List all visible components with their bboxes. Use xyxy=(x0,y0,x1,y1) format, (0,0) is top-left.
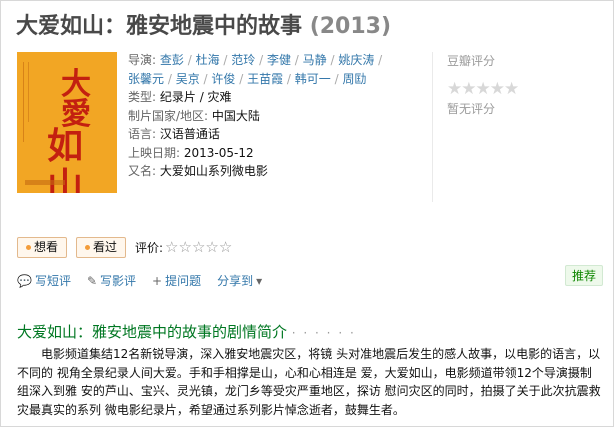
director-link[interactable]: 吴京 xyxy=(176,72,200,86)
movie-info: 导演: 查彭 / 杜海 / 范玲 / 李健 / 马静 / 姚庆涛 / 张馨元 /… xyxy=(128,51,428,181)
release-label: 上映日期: xyxy=(128,145,181,160)
seen-label: 看过 xyxy=(93,240,118,254)
director-link[interactable]: 姚庆涛 xyxy=(338,53,374,67)
country-row: 制片国家/地区: 中国大陆 xyxy=(128,107,428,126)
rating-title: 豆瓣评分 xyxy=(447,54,496,68)
director-link[interactable]: 范玲 xyxy=(231,53,255,67)
recommend-label: 推荐 xyxy=(571,269,596,283)
genre-value: 纪录片 / 灾难 xyxy=(159,90,232,104)
aka-label: 又名: xyxy=(128,164,157,178)
poster-line xyxy=(28,62,31,122)
write-review-link[interactable]: ✎ 写影评 xyxy=(87,272,136,289)
ask-label: 提问题 xyxy=(165,274,202,288)
language-value: 汉语普通话 xyxy=(159,127,220,141)
synopsis-title-text: 大爱如山：雅安地震中的故事的剧情简介 xyxy=(17,323,288,341)
page-title: 大爱如山：雅安地震中的故事 (2013) xyxy=(16,8,391,40)
share-link[interactable]: 分享到 ▾ xyxy=(217,272,262,289)
action-bar: 💬 写短评 ✎ 写影评 + 提问题 分享到 ▾ xyxy=(17,272,262,289)
pencil-icon: ✎ xyxy=(86,273,98,288)
ask-question-link[interactable]: + 提问题 xyxy=(152,272,201,289)
rating-none-text: 暂无评分 xyxy=(447,102,496,116)
button-dot-icon xyxy=(26,245,31,250)
poster-footer-mark xyxy=(25,180,65,185)
country-label: 制片国家/地区: xyxy=(128,108,209,123)
director-link[interactable]: 杜海 xyxy=(196,53,220,67)
director-link[interactable]: 许俊 xyxy=(211,72,235,86)
divider xyxy=(432,52,433,202)
director-link[interactable]: 王苗霞 xyxy=(247,72,283,86)
language-label: 语言: xyxy=(128,127,157,141)
movie-name: 大爱如山：雅安地震中的故事 xyxy=(16,14,303,39)
watched-button[interactable]: 看过 xyxy=(76,237,127,258)
want-to-watch-button[interactable]: 想看 xyxy=(17,237,68,258)
synopsis-title-dots: · · · · · · xyxy=(291,326,356,340)
genre-label: 类型: xyxy=(128,90,157,104)
release-row: 上映日期: 2013-05-12 xyxy=(128,144,428,163)
write-short-review-link[interactable]: 💬 写短评 xyxy=(17,272,71,289)
country-value: 中国大陆 xyxy=(211,108,260,123)
synopsis-title: 大爱如山：雅安地震中的故事的剧情简介 · · · · · · xyxy=(17,321,356,342)
aka-value: 大爱如山系列微电影 xyxy=(159,164,268,178)
rating-panel: 豆瓣评分 ★★★★★ 暂无评分 xyxy=(447,52,519,117)
language-row: 语言: 汉语普通话 xyxy=(128,125,428,144)
chevron-down-icon: ▾ xyxy=(256,273,263,288)
movie-poster[interactable]: 大愛 如山 xyxy=(17,52,117,193)
genre-row: 类型: 纪录片 / 灾难 xyxy=(128,88,428,107)
aka-row: 又名: 大爱如山系列微电影 xyxy=(128,162,428,181)
movie-year: (2013) xyxy=(309,14,392,39)
review-label: 写影评 xyxy=(100,274,137,288)
user-rating: 评价: ☆☆☆☆☆ xyxy=(135,238,232,256)
short-review-label: 写短评 xyxy=(34,274,71,288)
poster-line xyxy=(23,62,26,142)
director-link[interactable]: 查彭 xyxy=(160,53,184,67)
release-value: 2013-05-12 xyxy=(183,145,254,160)
director-label: 导演: xyxy=(128,53,157,67)
director-link[interactable]: 韩可一 xyxy=(295,72,331,86)
synopsis-text: 电影频道集结12名新锐导演，深入雅安地震灾区，将镜 头对准地震后发生的感人故事，… xyxy=(17,347,601,417)
director-row: 导演: 查彭 / 杜海 / 范玲 / 李健 / 马静 / 姚庆涛 / xyxy=(128,53,383,67)
want-label: 想看 xyxy=(34,240,59,254)
director-link[interactable]: 李健 xyxy=(267,53,291,67)
director-link[interactable]: 张馨元 xyxy=(128,72,164,86)
recommend-button[interactable]: 推荐 xyxy=(565,265,603,286)
director-link[interactable]: 马静 xyxy=(303,53,327,67)
share-label: 分享到 xyxy=(217,274,254,288)
rate-stars-icon[interactable]: ☆☆☆☆☆ xyxy=(165,238,232,256)
comment-icon: 💬 xyxy=(17,273,32,288)
rate-label: 评价: xyxy=(135,240,164,255)
director-link[interactable]: 周劻 xyxy=(342,72,366,86)
plus-icon: + xyxy=(152,273,163,288)
rating-stars-icon: ★★★★★ xyxy=(447,79,519,99)
poster-calligraphy-top: 大愛 xyxy=(61,67,91,132)
button-dot-icon xyxy=(85,245,90,250)
director-row-2: 张馨元 / 吴京 / 许俊 / 王苗霞 / 韩可一 / 周劻 xyxy=(128,71,367,86)
